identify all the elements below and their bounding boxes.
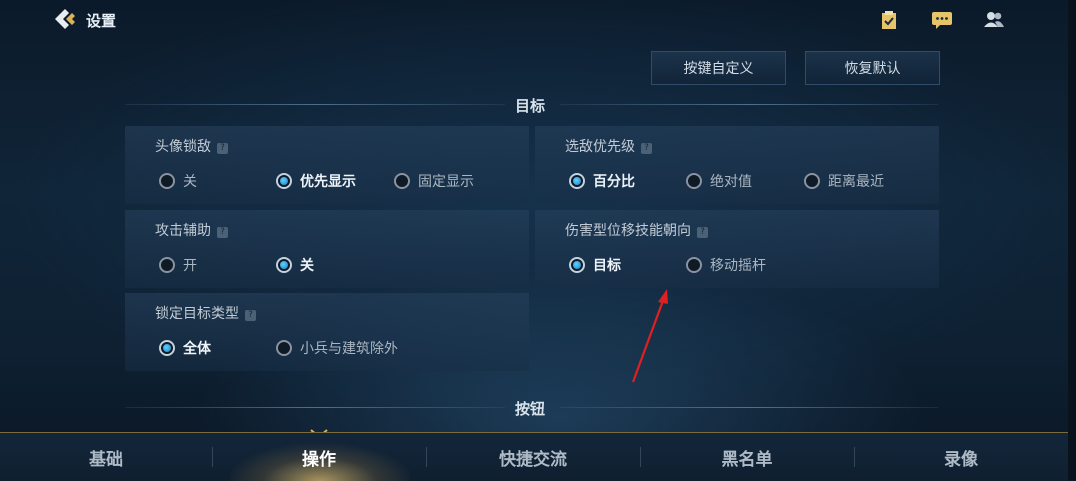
option-lock-exclude-minions[interactable]: 小兵与建筑除外 — [276, 338, 398, 358]
card-title: 锁定目标类型? — [155, 303, 256, 323]
chevron-left-icon — [55, 9, 75, 29]
radio-button[interactable] — [686, 173, 702, 189]
card-title: 选敌优先级? — [565, 136, 652, 156]
option-avatar-lock-off[interactable]: 关 — [159, 171, 197, 191]
card-title: 头像锁敌? — [155, 136, 228, 156]
radio-button[interactable] — [159, 257, 175, 273]
radio-button[interactable] — [804, 173, 820, 189]
friends-icon — [984, 12, 1004, 27]
tab-quick-chat[interactable]: 快捷交流 — [426, 433, 640, 481]
friends-button[interactable] — [982, 9, 1006, 31]
option-lock-all[interactable]: 全体 — [159, 338, 211, 358]
clipboard-check-icon — [882, 11, 896, 29]
card-title: 攻击辅助? — [155, 220, 228, 240]
section-title-buttons: 按钮 — [515, 400, 546, 418]
tab-operation[interactable]: 操作 — [212, 433, 426, 481]
task-button[interactable] — [877, 9, 901, 31]
radio-button-selected[interactable] — [276, 173, 292, 189]
restore-default-button[interactable]: 恢复默认 — [805, 51, 940, 85]
header-bar: 设置 — [0, 0, 1068, 40]
option-label: 关 — [300, 258, 314, 274]
radio-button-selected[interactable] — [569, 173, 585, 189]
help-icon[interactable]: ? — [217, 143, 228, 154]
option-priority-nearest[interactable]: 距离最近 — [804, 171, 884, 191]
help-icon[interactable]: ? — [641, 143, 652, 154]
option-avatar-lock-priority[interactable]: 优先显示 — [276, 171, 356, 191]
page-title: 设置 — [86, 12, 117, 30]
radio-button-selected[interactable] — [276, 257, 292, 273]
back-button[interactable] — [52, 8, 78, 30]
section-divider-right — [560, 104, 938, 105]
card-title-text: 伤害型位移技能朝向 — [565, 223, 691, 239]
card-target-priority: 选敌优先级? 百分比 绝对值 距离最近 — [535, 126, 939, 204]
card-avatar-lock: 头像锁敌? 关 优先显示 固定显示 — [125, 126, 529, 204]
option-priority-absolute[interactable]: 绝对值 — [686, 171, 752, 191]
radio-button-selected[interactable] — [569, 257, 585, 273]
radio-button[interactable] — [394, 173, 410, 189]
section-divider-left — [125, 407, 505, 408]
option-label: 距离最近 — [828, 174, 884, 190]
radio-button[interactable] — [276, 340, 292, 356]
help-icon[interactable]: ? — [217, 227, 228, 238]
option-priority-percent[interactable]: 百分比 — [569, 171, 635, 191]
option-label: 优先显示 — [300, 174, 356, 190]
option-label: 目标 — [593, 258, 621, 274]
option-label: 固定显示 — [418, 174, 474, 190]
card-attack-assist: 攻击辅助? 开 关 — [125, 210, 529, 288]
card-title: 伤害型位移技能朝向? — [565, 220, 708, 240]
card-title-text: 头像锁敌 — [155, 139, 211, 155]
help-icon[interactable]: ? — [697, 227, 708, 238]
tab-replay[interactable]: 录像 — [854, 433, 1068, 481]
option-label: 全体 — [183, 341, 211, 357]
help-icon[interactable]: ? — [245, 310, 256, 321]
right-edge-strip — [1068, 0, 1076, 480]
tab-basic[interactable]: 基础 — [0, 433, 212, 481]
option-attack-assist-off[interactable]: 关 — [276, 255, 314, 275]
radio-button-selected[interactable] — [159, 340, 175, 356]
option-label: 开 — [183, 258, 197, 274]
option-attack-assist-on[interactable]: 开 — [159, 255, 197, 275]
option-label: 移动摇杆 — [710, 258, 766, 274]
section-divider-left — [125, 104, 505, 105]
card-title-text: 锁定目标类型 — [155, 306, 239, 322]
tab-blacklist[interactable]: 黑名单 — [640, 433, 854, 481]
option-label: 小兵与建筑除外 — [300, 341, 398, 357]
option-direction-joystick[interactable]: 移动摇杆 — [686, 255, 766, 275]
card-lock-target-type: 锁定目标类型? 全体 小兵与建筑除外 — [125, 293, 529, 371]
section-divider-right — [560, 407, 938, 408]
option-label: 绝对值 — [710, 174, 752, 190]
option-direction-target[interactable]: 目标 — [569, 255, 621, 275]
option-label: 百分比 — [593, 174, 635, 190]
chat-button[interactable] — [930, 9, 954, 31]
chat-icon — [932, 12, 952, 29]
option-label: 关 — [183, 174, 197, 190]
radio-button[interactable] — [159, 173, 175, 189]
radio-button[interactable] — [686, 257, 702, 273]
custom-keys-button[interactable]: 按键自定义 — [651, 51, 786, 85]
card-title-text: 攻击辅助 — [155, 223, 211, 239]
card-dash-skill-direction: 伤害型位移技能朝向? 目标 移动摇杆 — [535, 210, 939, 288]
bottom-tab-bar: 基础 操作 快捷交流 黑名单 录像 — [0, 432, 1068, 481]
option-avatar-lock-fixed[interactable]: 固定显示 — [394, 171, 474, 191]
card-title-text: 选敌优先级 — [565, 139, 635, 155]
section-title-target: 目标 — [515, 97, 546, 115]
